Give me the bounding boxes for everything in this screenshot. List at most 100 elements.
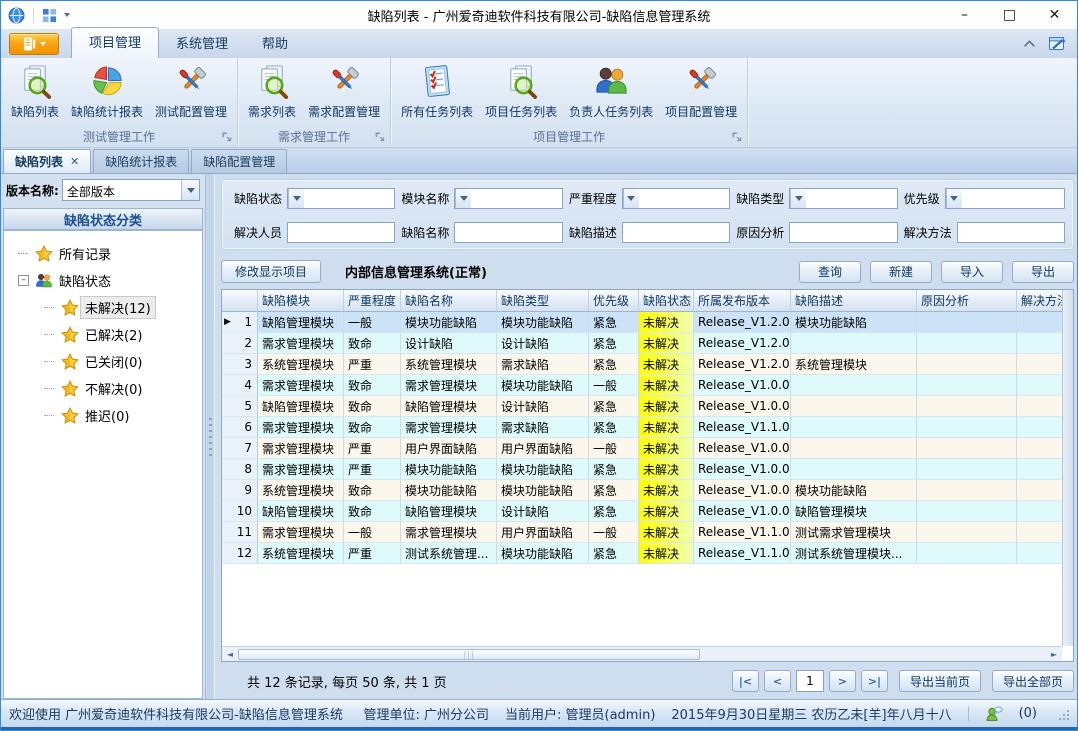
export-button-2[interactable]: 导出全部页: [992, 670, 1074, 692]
filter-select-缺陷类型[interactable]: [789, 188, 897, 209]
scroll-right-icon[interactable]: ►: [1046, 650, 1062, 659]
panel-splitter[interactable]: [206, 174, 214, 701]
ribbon-button[interactable]: 负责人任务列表: [563, 61, 659, 122]
combo-dropdown-button[interactable]: [288, 189, 304, 208]
ribbon-button[interactable]: 需求列表: [242, 61, 302, 122]
column-header-缺陷描述[interactable]: 缺陷描述: [791, 290, 917, 312]
column-header-缺陷模块[interactable]: 缺陷模块: [258, 290, 344, 312]
table-row[interactable]: 7需求管理模块严重用户界面缺陷用户界面缺陷一般未解决Release_V1.0.0: [222, 438, 1062, 459]
column-header-原因分析[interactable]: 原因分析: [917, 290, 1017, 312]
app-logo-globe-icon[interactable]: [8, 7, 25, 24]
tree-item[interactable]: 推迟(0): [4, 402, 202, 429]
maximize-button[interactable]: □: [987, 2, 1032, 29]
table-row[interactable]: 12系统管理模块严重测试系统管理...模块功能缺陷紧急未解决Release_V1…: [222, 543, 1062, 564]
horizontal-scrollbar[interactable]: ◄ ||| ►: [222, 646, 1062, 661]
ribbon-tab-2[interactable]: 系统管理: [159, 28, 245, 58]
filter-input-解决人员[interactable]: [287, 222, 395, 243]
row-indicator-cell: 3: [222, 354, 258, 375]
modify-display-items-button[interactable]: 修改显示项目: [221, 260, 321, 283]
scrollbar-thumb[interactable]: |||: [238, 649, 700, 660]
ribbon-button[interactable]: 缺陷列表: [5, 61, 65, 122]
doc-tab-2[interactable]: 缺陷统计报表: [93, 149, 189, 173]
filter-input-缺陷名称[interactable]: [454, 222, 562, 243]
tree-item[interactable]: 不解决(0): [4, 375, 202, 402]
collapse-ribbon-icon[interactable]: [1023, 39, 1036, 48]
close-tab-icon[interactable]: ✕: [70, 155, 79, 168]
combo-dropdown-button[interactable]: [455, 189, 471, 208]
tree-item[interactable]: 已解决(2): [4, 321, 202, 348]
tree-item[interactable]: 已关闭(0): [4, 348, 202, 375]
table-row[interactable]: 11需求管理模块一般需求管理模块用户界面缺陷一般未解决Release_V1.1.…: [222, 522, 1062, 543]
dialog-launcher-icon[interactable]: [221, 131, 233, 143]
action-button-导出[interactable]: 导出: [1012, 261, 1074, 283]
table-row[interactable]: 5缺陷管理模块致命缺陷管理模块设计缺陷紧急未解决Release_V1.0.0: [222, 396, 1062, 417]
cell-name: 模块功能缺陷: [401, 480, 497, 501]
dialog-launcher-icon[interactable]: [374, 131, 386, 143]
cell-status: 未解决: [639, 333, 694, 354]
ribbon-tab-3[interactable]: 帮助: [245, 28, 305, 58]
column-header-缺陷状态[interactable]: 缺陷状态: [639, 290, 694, 312]
next-page-button[interactable]: >: [829, 670, 856, 692]
filter-select-优先级[interactable]: [945, 188, 1065, 209]
action-button-新建[interactable]: 新建: [870, 261, 932, 283]
dialog-launcher-icon[interactable]: [731, 131, 743, 143]
filter-select-严重程度[interactable]: [622, 188, 730, 209]
column-header-缺陷名称[interactable]: 缺陷名称: [401, 290, 497, 312]
chevron-down-icon[interactable]: [64, 13, 70, 17]
minimize-button[interactable]: –: [942, 2, 987, 29]
table-row[interactable]: 3系统管理模块严重系统管理模块需求缺陷紧急未解决Release_V1.2.0系统…: [222, 354, 1062, 375]
ribbon-button[interactable]: 项目配置管理: [659, 61, 743, 122]
filter-select-缺陷状态[interactable]: [287, 188, 395, 209]
table-row[interactable]: 2需求管理模块致命设计缺陷设计缺陷紧急未解决Release_V1.2.0: [222, 333, 1062, 354]
action-button-查询[interactable]: 查询: [799, 261, 861, 283]
table-row[interactable]: 6需求管理模块致命需求管理模块需求缺陷紧急未解决Release_V1.1.0: [222, 417, 1062, 438]
prev-page-button[interactable]: <: [764, 670, 791, 692]
doc-tab-3[interactable]: 缺陷配置管理: [191, 149, 287, 173]
column-header-缺陷类型[interactable]: 缺陷类型: [497, 290, 589, 312]
page-number-input[interactable]: [796, 670, 824, 692]
column-header-所属发布版本[interactable]: 所属发布版本: [694, 290, 791, 312]
table-row[interactable]: 10缺陷管理模块致命缺陷管理模块设计缺陷紧急未解决Release_V1.0.0缺…: [222, 501, 1062, 522]
column-header-严重程度[interactable]: 严重程度: [344, 290, 401, 312]
tree-item[interactable]: –缺陷状态: [4, 267, 202, 294]
ribbon-button[interactable]: 所有任务列表: [395, 61, 479, 122]
combo-dropdown-button[interactable]: [623, 189, 639, 208]
ribbon-button[interactable]: 项目任务列表: [479, 61, 563, 122]
tree-item[interactable]: 所有记录: [4, 240, 202, 267]
tree-expander-icon[interactable]: –: [18, 275, 29, 286]
tree-item[interactable]: 未解决(12): [4, 294, 202, 321]
action-button-导入[interactable]: 导入: [941, 261, 1003, 283]
cell-name: 需求管理模块: [401, 522, 497, 543]
table-row[interactable]: 9系统管理模块致命模块功能缺陷模块功能缺陷紧急未解决Release_V1.0.0…: [222, 480, 1062, 501]
combo-dropdown-button[interactable]: [181, 180, 199, 200]
app-menu-button[interactable]: [9, 33, 59, 55]
doc-tab-1[interactable]: 缺陷列表✕: [3, 149, 91, 173]
table-row[interactable]: 8需求管理模块严重模块功能缺陷模块功能缺陷紧急未解决Release_V1.0.0: [222, 459, 1062, 480]
resize-grip[interactable]: [1057, 708, 1069, 720]
ribbon-tab-1[interactable]: 项目管理: [71, 27, 159, 58]
filter-input-原因分析[interactable]: [789, 222, 897, 243]
column-header-indicator[interactable]: [222, 290, 258, 312]
export-button-1[interactable]: 导出当前页: [899, 670, 981, 692]
ribbon-button[interactable]: 缺陷统计报表: [65, 61, 149, 122]
column-header-解决方法[interactable]: 解决方法: [1017, 290, 1062, 312]
filter-input-缺陷描述[interactable]: [622, 222, 730, 243]
first-page-button[interactable]: |<: [732, 670, 759, 692]
combo-dropdown-button[interactable]: [790, 189, 806, 208]
help-icon[interactable]: [1048, 35, 1067, 52]
scroll-left-icon[interactable]: ◄: [222, 650, 238, 659]
ribbon-button[interactable]: 测试配置管理: [149, 61, 233, 122]
vertical-scrollbar[interactable]: [1062, 290, 1073, 646]
version-combobox[interactable]: 全部版本: [62, 179, 200, 201]
table-row[interactable]: ▶1缺陷管理模块一般模块功能缺陷模块功能缺陷紧急未解决Release_V1.2.…: [222, 312, 1062, 333]
close-button[interactable]: ✕: [1032, 2, 1077, 29]
ribbon-button[interactable]: 需求配置管理: [302, 61, 386, 122]
filter-input-解决方法[interactable]: [957, 222, 1065, 243]
filter-select-模块名称[interactable]: [454, 188, 562, 209]
table-row[interactable]: 4需求管理模块致命需求管理模块模块功能缺陷一般未解决Release_V1.0.0: [222, 375, 1062, 396]
combo-dropdown-button[interactable]: [946, 189, 962, 208]
last-page-button[interactable]: >|: [861, 670, 888, 692]
layout-switch-icon[interactable]: [42, 8, 57, 23]
column-header-优先级[interactable]: 优先级: [589, 290, 639, 312]
online-user-icon[interactable]: [985, 705, 1003, 722]
